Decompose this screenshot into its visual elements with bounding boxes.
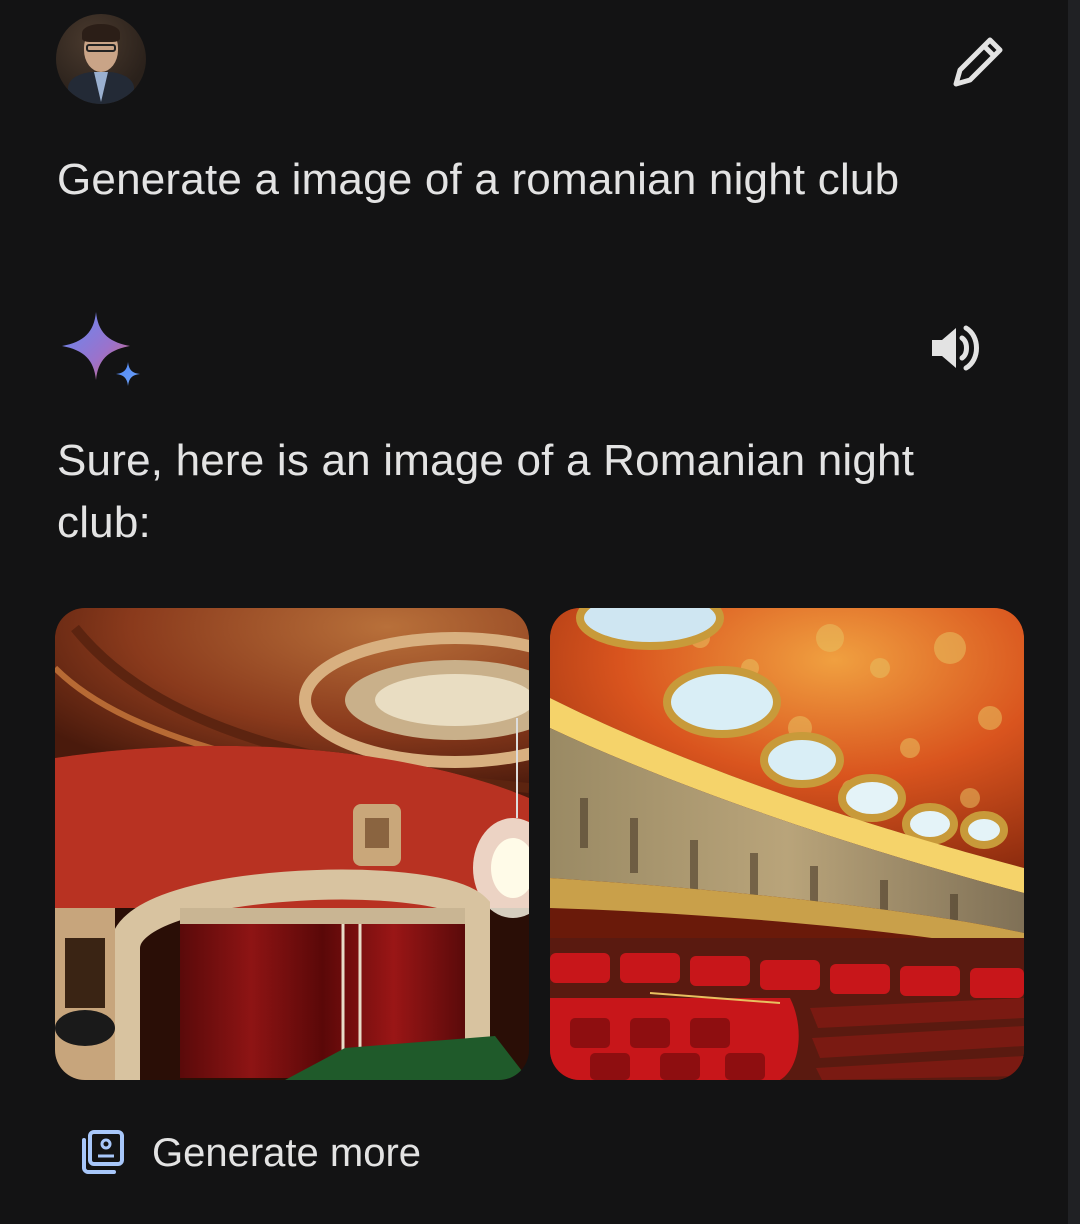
window-edge [1068, 0, 1080, 1224]
generate-more-label: Generate more [152, 1130, 422, 1175]
concert-hall-image [550, 608, 1024, 1080]
image-stack-icon [82, 1130, 124, 1174]
avatar-glasses [86, 44, 116, 52]
response-text: Sure, here is an image of a Romanian nig… [57, 436, 915, 547]
read-aloud-button[interactable] [926, 316, 990, 380]
generated-image-2[interactable] [550, 608, 1024, 1080]
user-prompt-text: Generate a image of a romanian night clu… [57, 155, 900, 204]
pencil-icon [953, 37, 1003, 87]
generate-more-button[interactable]: Generate more [76, 1118, 421, 1188]
speaker-icon [932, 325, 979, 371]
edit-prompt-button[interactable] [946, 30, 1010, 94]
generated-image-1[interactable] [55, 608, 529, 1080]
user-avatar[interactable] [56, 14, 146, 104]
avatar-hair [82, 24, 120, 42]
theatre-stage-image [55, 608, 529, 1080]
gemini-sparkle-icon [62, 312, 140, 386]
